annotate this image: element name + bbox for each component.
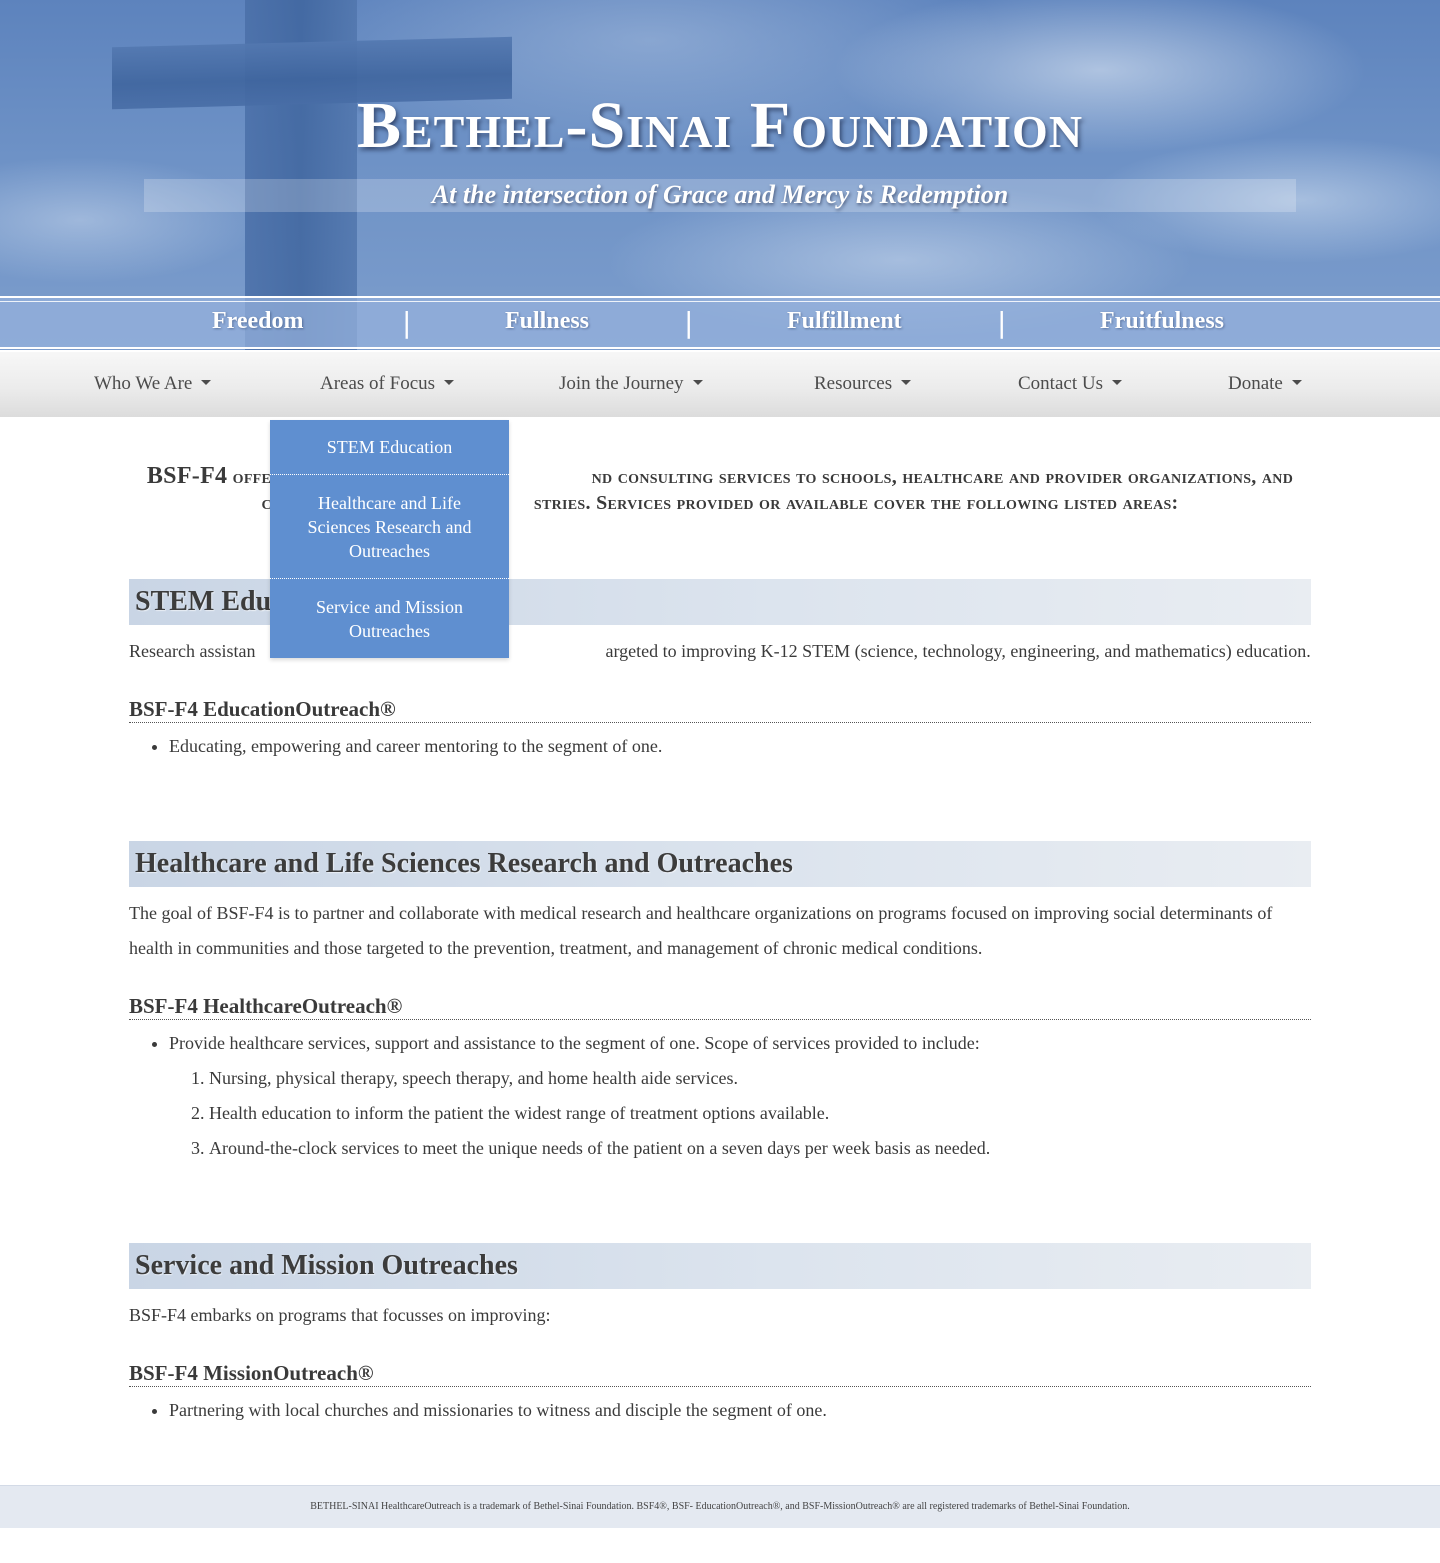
nav-areas-of-focus[interactable]: Areas of Focus bbox=[320, 373, 455, 395]
nav-label: Who We Are bbox=[94, 373, 193, 394]
mission-bullet-list: Partnering with local churches and missi… bbox=[169, 1393, 1269, 1428]
healthcare-bullet-list: Provide healthcare services, support and… bbox=[169, 1026, 1269, 1166]
dropdown-item-healthcare[interactable]: Healthcare and Life Sciences Research an… bbox=[270, 491, 509, 563]
nav-label: Areas of Focus bbox=[320, 373, 436, 394]
subheading-healthcare-outreach: BSF-F4 HealthcareOutreach® bbox=[129, 995, 1311, 1020]
section-heading-healthcare: Healthcare and Life Sciences Research an… bbox=[129, 841, 1311, 887]
stem-description-start: Research assistan bbox=[129, 641, 256, 661]
dropdown-divider bbox=[270, 578, 509, 579]
areas-of-focus-dropdown: STEM Education Healthcare and Life Scien… bbox=[270, 420, 509, 658]
nav-label: Join the Journey bbox=[559, 373, 684, 394]
hero-banner: Bethel-Sinai Foundation At the intersect… bbox=[0, 0, 1440, 350]
caret-down-icon bbox=[1111, 380, 1122, 385]
stem-bullet-list: Educating, empowering and career mentori… bbox=[169, 729, 1269, 764]
caret-down-icon bbox=[901, 380, 912, 385]
intro-line-2-end: stries. Services provided or available c… bbox=[533, 492, 1179, 514]
subheading-mission-outreach: BSF-F4 MissionOutreach® bbox=[129, 1362, 1311, 1387]
pillar-bar: Freedom | Fullness | Fulfillment | Fruit… bbox=[0, 296, 1440, 349]
list-item: Educating, empowering and career mentori… bbox=[169, 729, 1269, 764]
mission-description: BSF-F4 embarks on programs that focusses… bbox=[129, 1305, 551, 1325]
list-item: Partnering with local churches and missi… bbox=[169, 1393, 1269, 1428]
nav-label: Resources bbox=[814, 373, 893, 394]
intro-lead: BSF-F4 bbox=[146, 463, 228, 489]
caret-down-icon bbox=[444, 380, 455, 385]
site-tagline: At the intersection of Grace and Mercy i… bbox=[431, 180, 1009, 209]
pillar-separator: | bbox=[684, 306, 694, 339]
nav-resources[interactable]: Resources bbox=[814, 373, 912, 395]
healthcare-bullet-text: Provide healthcare services, support and… bbox=[169, 1033, 980, 1053]
pillar-fulfillment: Fulfillment bbox=[787, 308, 902, 334]
nav-join-the-journey[interactable]: Join the Journey bbox=[559, 373, 703, 395]
stem-description-end: argeted to improving K-12 STEM (science,… bbox=[605, 641, 1311, 661]
nav-label: Contact Us bbox=[1018, 373, 1103, 394]
nav-donate[interactable]: Donate bbox=[1228, 373, 1302, 395]
pillar-separator: | bbox=[997, 306, 1007, 339]
nav-label: Donate bbox=[1228, 373, 1283, 394]
nav-who-we-are[interactable]: Who We Are bbox=[94, 373, 212, 395]
list-item: Nursing, physical therapy, speech therap… bbox=[209, 1061, 1269, 1096]
healthcare-description: The goal of BSF-F4 is to partner and col… bbox=[129, 903, 1273, 958]
section-heading-mission: Service and Mission Outreaches bbox=[129, 1243, 1311, 1289]
caret-down-icon bbox=[201, 380, 212, 385]
subheading-education-outreach: BSF-F4 EducationOutreach® bbox=[129, 698, 1311, 723]
pillar-fullness: Fullness bbox=[505, 308, 590, 334]
healthcare-services-list: Nursing, physical therapy, speech therap… bbox=[169, 1061, 1269, 1166]
dropdown-divider bbox=[270, 474, 509, 475]
nav-contact-us[interactable]: Contact Us bbox=[1018, 373, 1122, 395]
site-title[interactable]: Bethel-Sinai Foundation bbox=[0, 88, 1440, 164]
list-item: Health education to inform the patient t… bbox=[209, 1096, 1269, 1131]
footer: BETHEL-SINAI HealthcareOutreach is a tra… bbox=[0, 1485, 1440, 1528]
list-item: Around-the-clock services to meet the un… bbox=[209, 1131, 1269, 1166]
dropdown-item-service-mission[interactable]: Service and Mission Outreaches bbox=[270, 595, 509, 643]
caret-down-icon bbox=[1291, 380, 1302, 385]
dropdown-item-stem-education[interactable]: STEM Education bbox=[270, 435, 509, 459]
caret-down-icon bbox=[692, 380, 703, 385]
intro-line-1-end: nd consulting services to schools, healt… bbox=[591, 466, 1294, 488]
pillar-freedom: Freedom bbox=[212, 308, 304, 334]
footer-trademark-text: BETHEL-SINAI HealthcareOutreach is a tra… bbox=[310, 1501, 1130, 1512]
pillar-separator: | bbox=[402, 306, 412, 339]
list-item: Provide healthcare services, support and… bbox=[169, 1026, 1269, 1166]
pillar-fruitfulness: Fruitfulness bbox=[1100, 308, 1225, 334]
main-navigation: Who We Are Areas of Focus Join the Journ… bbox=[0, 352, 1440, 417]
